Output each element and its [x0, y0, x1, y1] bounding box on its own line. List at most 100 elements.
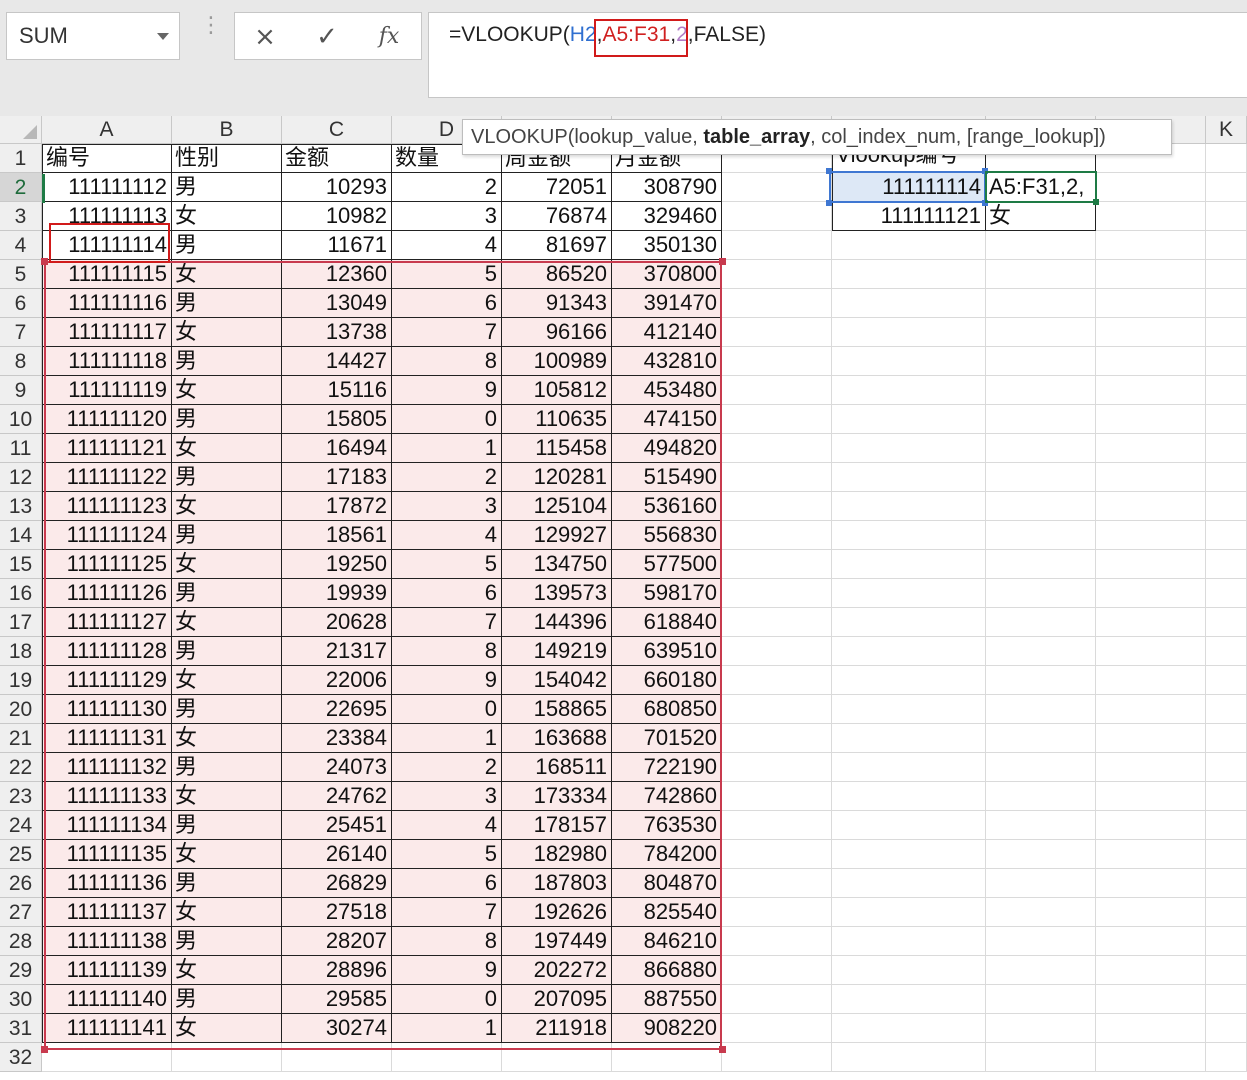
grid-cell[interactable]	[1206, 347, 1247, 376]
grid-cell[interactable]	[986, 521, 1096, 550]
grid-cell[interactable]	[722, 550, 832, 579]
grid-cell[interactable]	[832, 840, 986, 869]
grid-cell[interactable]	[986, 231, 1096, 260]
grid-cell[interactable]	[1096, 347, 1206, 376]
table-cell[interactable]: 111111141	[42, 1014, 172, 1043]
table-cell[interactable]: 110635	[502, 405, 612, 434]
grid-cell[interactable]	[1206, 289, 1247, 318]
table-cell[interactable]: 154042	[502, 666, 612, 695]
range-handle[interactable]	[41, 258, 48, 265]
table-cell[interactable]: 129927	[502, 521, 612, 550]
grid-cell[interactable]	[722, 985, 832, 1014]
table-cell[interactable]: 202272	[502, 956, 612, 985]
table-cell[interactable]: 125104	[502, 492, 612, 521]
grid-cell[interactable]	[722, 956, 832, 985]
grid-cell[interactable]	[1096, 637, 1206, 666]
grid-cell[interactable]	[832, 637, 986, 666]
grid-cell[interactable]	[986, 869, 1096, 898]
table-cell[interactable]: 804870	[612, 869, 722, 898]
grid-cell[interactable]	[1096, 318, 1206, 347]
table-cell[interactable]: 846210	[612, 927, 722, 956]
table-cell[interactable]: 女	[172, 782, 282, 811]
grid-cell[interactable]	[722, 202, 832, 231]
grid-cell[interactable]	[722, 405, 832, 434]
grid-cell[interactable]	[1096, 1043, 1206, 1072]
table-cell[interactable]: 111111130	[42, 695, 172, 724]
grid-cell[interactable]	[832, 231, 986, 260]
grid-cell[interactable]	[1206, 579, 1247, 608]
table-cell[interactable]: 2	[392, 173, 502, 202]
table-cell[interactable]: 105812	[502, 376, 612, 405]
table-cell[interactable]: 412140	[612, 318, 722, 347]
grid-cell[interactable]	[722, 173, 832, 202]
table-cell[interactable]: 115458	[502, 434, 612, 463]
table-cell[interactable]: 男	[172, 753, 282, 782]
table-cell[interactable]: 139573	[502, 579, 612, 608]
table-cell[interactable]: 13738	[282, 318, 392, 347]
table-cell[interactable]: 0	[392, 405, 502, 434]
table-cell[interactable]: 男	[172, 695, 282, 724]
grid-cell[interactable]	[986, 405, 1096, 434]
row-header[interactable]: 22	[0, 753, 42, 782]
grid-cell[interactable]	[832, 260, 986, 289]
table-cell[interactable]: 15116	[282, 376, 392, 405]
table-cell[interactable]: 3	[392, 782, 502, 811]
grid-cell[interactable]	[832, 724, 986, 753]
table-cell[interactable]: 111111116	[42, 289, 172, 318]
grid-cell[interactable]	[832, 608, 986, 637]
grid-cell[interactable]	[1206, 521, 1247, 550]
grid-cell[interactable]	[1206, 173, 1247, 202]
table-cell[interactable]: 111111119	[42, 376, 172, 405]
grid-cell[interactable]	[1206, 956, 1247, 985]
table-cell[interactable]: 701520	[612, 724, 722, 753]
table-cell[interactable]: 男	[172, 985, 282, 1014]
grid-cell[interactable]	[722, 347, 832, 376]
table-cell[interactable]: 10293	[282, 173, 392, 202]
grid-cell[interactable]	[1096, 376, 1206, 405]
grid-cell[interactable]	[1096, 579, 1206, 608]
table-cell[interactable]: 91343	[502, 289, 612, 318]
row-header[interactable]: 10	[0, 405, 42, 434]
grid-cell[interactable]	[1096, 289, 1206, 318]
grid-cell[interactable]	[722, 521, 832, 550]
row-header[interactable]: 16	[0, 579, 42, 608]
table-cell[interactable]: 女	[172, 550, 282, 579]
table-cell[interactable]: 12360	[282, 260, 392, 289]
table-cell[interactable]: 111111132	[42, 753, 172, 782]
grid-cell[interactable]	[986, 898, 1096, 927]
table-cell[interactable]: 81697	[502, 231, 612, 260]
table-cell[interactable]: 453480	[612, 376, 722, 405]
grid-cell[interactable]	[722, 666, 832, 695]
tooltip-arg-table-array[interactable]: table_array	[703, 126, 810, 148]
row-header[interactable]: 6	[0, 289, 42, 318]
table-cell[interactable]: 111111128	[42, 637, 172, 666]
row-header[interactable]: 30	[0, 985, 42, 1014]
table-cell[interactable]: 17183	[282, 463, 392, 492]
grid-cell[interactable]	[1206, 753, 1247, 782]
table-cell[interactable]: 7	[392, 318, 502, 347]
table-cell[interactable]: 0	[392, 985, 502, 1014]
grid-cell[interactable]	[722, 608, 832, 637]
table-cell[interactable]: 女	[172, 724, 282, 753]
table-cell[interactable]: 5	[392, 550, 502, 579]
grid-cell[interactable]	[1096, 985, 1206, 1014]
table-cell[interactable]: 207095	[502, 985, 612, 1014]
grid-cell[interactable]	[1096, 782, 1206, 811]
row-header[interactable]: 11	[0, 434, 42, 463]
table-cell[interactable]: 6	[392, 289, 502, 318]
table-cell[interactable]: 28896	[282, 956, 392, 985]
check-icon[interactable]: ✓	[307, 19, 347, 55]
table-cell[interactable]: 15805	[282, 405, 392, 434]
table-cell[interactable]: 111111115	[42, 260, 172, 289]
row-header[interactable]: 18	[0, 637, 42, 666]
grid-cell[interactable]	[722, 782, 832, 811]
grid-cell[interactable]	[832, 811, 986, 840]
table-cell[interactable]: 158865	[502, 695, 612, 724]
grid-cell[interactable]	[1206, 144, 1247, 173]
grid-cell[interactable]	[1206, 782, 1247, 811]
table-cell[interactable]: 350130	[612, 231, 722, 260]
table-cell[interactable]: 28207	[282, 927, 392, 956]
grid-cell[interactable]	[612, 1043, 722, 1072]
table-cell[interactable]: 111111136	[42, 869, 172, 898]
table-cell[interactable]: 9	[392, 376, 502, 405]
